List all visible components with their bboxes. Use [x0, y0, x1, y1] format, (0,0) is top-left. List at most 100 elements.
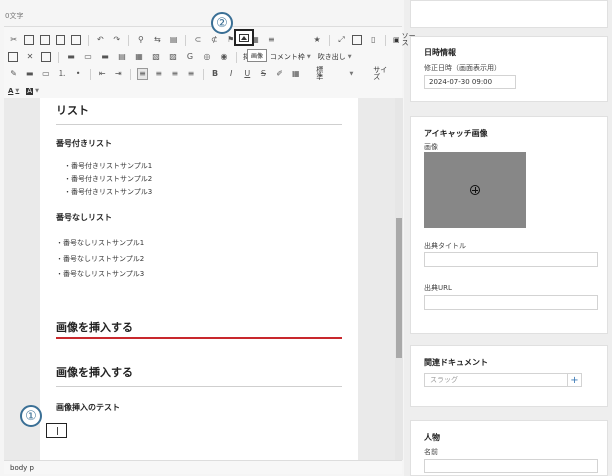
rich-text-editor: 0文字 ✂ ↶ ↷ ⚲ ⇆ ▤ ⊂ ⊄ ⚑ ▦ ≡ ★ ⤢ ▯ ▣ ソース ✕ …: [0, 0, 416, 476]
callout-1: ①: [20, 405, 42, 427]
bold-button[interactable]: B: [209, 68, 220, 80]
source-url-input[interactable]: [424, 295, 598, 310]
star-icon[interactable]: ★: [311, 34, 322, 46]
instagram-icon[interactable]: ◎: [201, 51, 213, 63]
panel-title: 関連ドキュメント: [424, 358, 488, 367]
paste-text-icon[interactable]: [55, 35, 66, 45]
image-tooltip: 画像: [247, 49, 268, 62]
panel-title: 人物: [424, 433, 440, 442]
field-label: 修正日時（画面表示用）: [424, 64, 501, 72]
block-d-icon[interactable]: ▤: [116, 51, 128, 63]
image-upload-area[interactable]: [424, 152, 526, 228]
eyecatch-panel: アイキャッチ画像 画像 出典タイトル 出典URL: [410, 116, 608, 334]
source-icon: ▣: [393, 35, 400, 44]
paint-icon[interactable]: ✎: [8, 68, 19, 80]
search-icon[interactable]: ⚲: [135, 34, 146, 46]
horizontal-rule-icon[interactable]: ≡: [266, 34, 277, 46]
copy-icon[interactable]: [24, 35, 34, 45]
comment-box-dropdown[interactable]: コメント枠 ▼: [270, 51, 311, 63]
field-label: 出典URL: [424, 284, 452, 292]
related-docs-panel: 関連ドキュメント スラッグ +: [410, 345, 608, 407]
italic-button[interactable]: I: [226, 68, 237, 80]
image-icon: [239, 33, 249, 42]
cursor-position[interactable]: [46, 423, 67, 438]
select-all-icon[interactable]: [41, 52, 51, 62]
circle-icon[interactable]: ◉: [218, 51, 230, 63]
modified-datetime-input[interactable]: 2024-07-30 09:00: [424, 75, 516, 89]
align-justify-icon[interactable]: ≡: [185, 68, 196, 80]
text-color-button[interactable]: A ▼: [8, 85, 19, 97]
field-label: 画像: [424, 143, 438, 151]
image-heading-h3: 画像を挿入する: [56, 366, 133, 379]
block-c-icon[interactable]: ▬: [99, 51, 111, 63]
show-blocks-icon[interactable]: [352, 35, 362, 45]
bullet-list-heading: 番号なしリスト: [56, 213, 112, 222]
maximize-icon[interactable]: ⤢: [336, 34, 347, 46]
list-item: ・番号なしリストサンプル1: [56, 239, 145, 247]
align-right-icon[interactable]: ≡: [169, 68, 180, 80]
outdent-icon[interactable]: ⇤: [97, 68, 108, 80]
element-path: body p: [4, 460, 402, 474]
mobile-preview-icon[interactable]: ▯: [368, 34, 379, 46]
numbered-list-icon[interactable]: ⒈: [56, 68, 67, 80]
image-left-icon[interactable]: ▨: [167, 51, 179, 63]
block-e-icon[interactable]: ▦: [133, 51, 145, 63]
add-related-button[interactable]: +: [568, 373, 582, 387]
format-dropdown[interactable]: 標準 ▼: [316, 67, 354, 81]
list-item: ・番号付きリストサンプル2: [64, 175, 153, 183]
align-center-icon[interactable]: ≡: [153, 68, 164, 80]
cut-icon[interactable]: ✂: [8, 34, 19, 46]
numbered-list-heading: 番号付きリスト: [56, 139, 112, 148]
strike-button[interactable]: S: [258, 68, 269, 80]
remove-format-icon[interactable]: ✕: [24, 51, 36, 63]
insert-image-button[interactable]: [234, 29, 254, 46]
field-label: 名前: [424, 448, 438, 456]
slug-input[interactable]: スラッグ: [424, 373, 568, 387]
chevron-down-icon: ▼: [349, 70, 354, 77]
panel-title: 日時情報: [424, 48, 456, 57]
template-icon[interactable]: [8, 52, 18, 62]
replace-icon[interactable]: ⇆: [152, 34, 163, 46]
source-title-input[interactable]: [424, 252, 598, 267]
callout-2: ②: [211, 12, 233, 34]
editor-scroll-thumb[interactable]: [396, 218, 402, 358]
unlink-icon[interactable]: ⊄: [209, 34, 220, 46]
undo-icon[interactable]: ↶: [95, 34, 106, 46]
list-item: ・番号付きリストサンプル1: [64, 162, 153, 170]
paste-icon[interactable]: [39, 35, 50, 45]
image-gallery-icon[interactable]: ▧: [150, 51, 162, 63]
bullet-list-icon[interactable]: •: [73, 68, 84, 80]
list-item: ・番号なしリストサンプル3: [56, 270, 145, 278]
box2-icon[interactable]: ▭: [40, 68, 51, 80]
chevron-down-icon: ▼: [35, 87, 39, 94]
marker-icon[interactable]: ✐: [274, 68, 285, 80]
box-icon[interactable]: ▬: [24, 68, 35, 80]
image-test-text: 画像挿入のテスト: [56, 403, 120, 412]
align-left-icon[interactable]: ≡: [136, 68, 149, 80]
paste-word-icon[interactable]: [71, 35, 81, 45]
panel-title: アイキャッチ画像: [424, 129, 488, 138]
datetime-panel: 日時情報 修正日時（画面表示用） 2024-07-30 09:00: [410, 36, 608, 102]
list-item: ・番号なしリストサンプル2: [56, 255, 145, 263]
underline-button[interactable]: U: [242, 68, 253, 80]
list-heading: リスト: [56, 104, 89, 117]
block-b-icon[interactable]: ▭: [82, 51, 94, 63]
spellcheck-icon[interactable]: ▤: [168, 34, 179, 46]
person-name-input[interactable]: [424, 459, 598, 473]
format-table-icon[interactable]: ▦: [290, 68, 301, 80]
speech-bubble-dropdown[interactable]: 吹き出し ▼: [318, 51, 352, 63]
chevron-down-icon: ▼: [15, 87, 20, 94]
editor-toolbar: ✂ ↶ ↷ ⚲ ⇆ ▤ ⊂ ⊄ ⚑ ▦ ≡ ★ ⤢ ▯ ▣ ソース ✕ ▬ ▭ …: [4, 26, 416, 98]
block-a-icon[interactable]: ▬: [65, 51, 77, 63]
chevron-down-icon: ▼: [306, 53, 311, 60]
indent-icon[interactable]: ⇥: [113, 68, 124, 80]
top-panel: [410, 0, 608, 28]
ga-icon[interactable]: G: [184, 51, 196, 63]
add-circle-icon: [470, 185, 480, 195]
bg-color-button[interactable]: A ▼: [26, 85, 39, 97]
link-icon[interactable]: ⊂: [192, 34, 203, 46]
size-dropdown[interactable]: サイズ▼: [373, 67, 414, 81]
field-label: 出典タイトル: [424, 242, 466, 250]
list-item: ・番号付きリストサンプル3: [64, 188, 153, 196]
redo-icon[interactable]: ↷: [111, 34, 122, 46]
